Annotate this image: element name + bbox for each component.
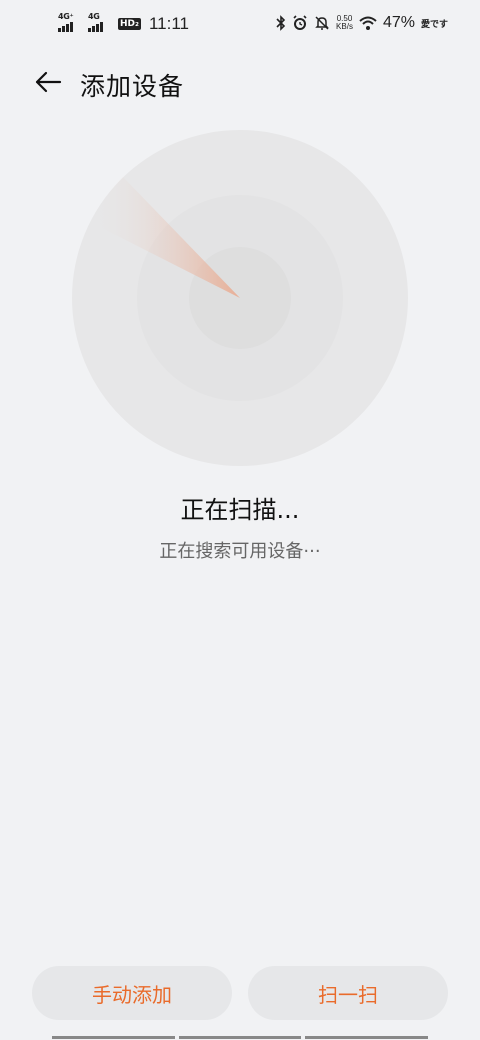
scan-code-button[interactable]: 扫一扫 bbox=[248, 966, 448, 1020]
page-title: 添加设备 bbox=[80, 72, 185, 101]
status-bar-right: 0.50 KB/s 47% 愛です bbox=[276, 14, 448, 32]
back-button[interactable] bbox=[30, 66, 66, 98]
arrow-left-icon bbox=[35, 71, 62, 93]
sim1-network-label: 4G⁺ bbox=[58, 12, 74, 21]
sim2-network-label: 4G bbox=[88, 12, 100, 21]
sim2-signal-icon: 4G bbox=[88, 12, 112, 32]
network-speed: 0.50 KB/s bbox=[336, 15, 353, 31]
sim1-signal-icon: 4G⁺ bbox=[58, 12, 82, 32]
manual-add-button[interactable]: 手动添加 bbox=[32, 966, 232, 1020]
network-speed-unit: KB/s bbox=[336, 22, 353, 31]
gesture-bar bbox=[52, 1036, 429, 1040]
status-clock: 11:11 bbox=[148, 14, 189, 33]
app-header: 添加设备 bbox=[0, 58, 480, 106]
status-bar-left: 4G⁺ 4G HD₂ 11:11 bbox=[58, 12, 189, 34]
scan-status-subtitle: 正在搜索可用设备··· bbox=[159, 541, 321, 562]
alarm-icon bbox=[293, 15, 307, 30]
carrier-label: 愛です bbox=[420, 19, 448, 30]
wifi-icon bbox=[359, 16, 377, 30]
scan-status-title: 正在扫描... bbox=[180, 496, 300, 524]
battery-percent: 47% bbox=[382, 14, 415, 31]
bluetooth-icon bbox=[276, 15, 286, 31]
status-bar: 4G⁺ 4G HD₂ 11:11 0.50 KB/s 47% 愛です bbox=[0, 0, 480, 52]
mute-icon bbox=[315, 16, 329, 30]
scan-radar bbox=[72, 130, 408, 466]
hd-voice-badge: HD₂ bbox=[118, 18, 141, 30]
